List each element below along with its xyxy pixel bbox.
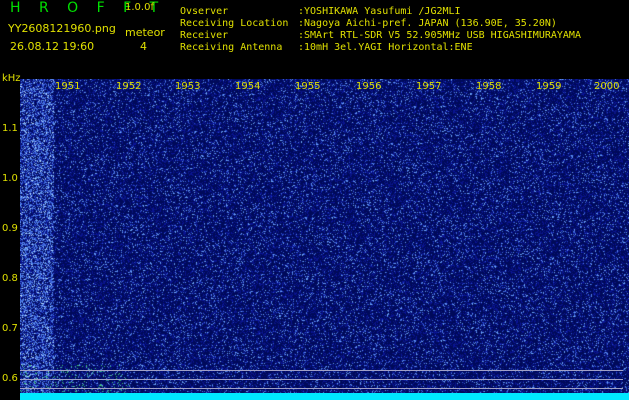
x-tick-label: 2000 [594,81,620,92]
x-tick-label: 1952 [116,81,142,92]
y-tick-label: 0.7 [2,323,18,334]
observer-label: Ovserver [180,6,229,17]
antenna-label: Receiving Antenna [180,42,283,53]
reference-line [20,379,623,380]
y-tick-label: 0.8 [2,273,18,284]
observer-value: :YOSHIKAWA Yasufumi /JG2MLI [298,6,461,17]
waterfall-plot [20,79,629,400]
receiver-value: :SMArt RTL-SDR V5 52.905MHz USB HIGASHIM… [298,30,581,41]
x-tick-label: 1959 [536,81,562,92]
app-version: 1.0.0f [125,2,154,13]
x-tick-label: 1956 [356,81,382,92]
file-name: YY2608121960.png [8,22,116,35]
baseline-strip [20,393,629,400]
y-tick-label: 0.6 [2,373,18,384]
receiver-label: Receiver [180,30,229,41]
y-axis-unit: kHz [2,73,21,84]
meteor-label: meteor [125,26,165,39]
y-tick-label: 1.0 [2,173,18,184]
x-tick-label: 1958 [476,81,502,92]
x-tick-label: 1954 [235,81,261,92]
x-tick-label: 1953 [175,81,201,92]
meteor-count: 4 [140,40,147,53]
reference-line [20,388,623,389]
waterfall-spectrogram [20,79,629,400]
header: H R O F F T 1.0.0f YY2608121960.png 26.0… [0,0,629,70]
y-tick-label: 1.1 [2,123,18,134]
x-tick-label: 1957 [416,81,442,92]
x-tick-label: 1951 [55,81,81,92]
reference-line [20,370,623,371]
x-tick-label: 1955 [295,81,321,92]
antenna-value: :10mH 3el.YAGI Horizontal:ENE [298,42,473,53]
location-label: Receiving Location [180,18,289,29]
y-tick-label: 0.9 [2,223,18,234]
location-value: :Nagoya Aichi-pref. JAPAN (136.90E, 35.2… [298,18,557,29]
file-datetime: 26.08.12 19:60 [10,40,95,53]
